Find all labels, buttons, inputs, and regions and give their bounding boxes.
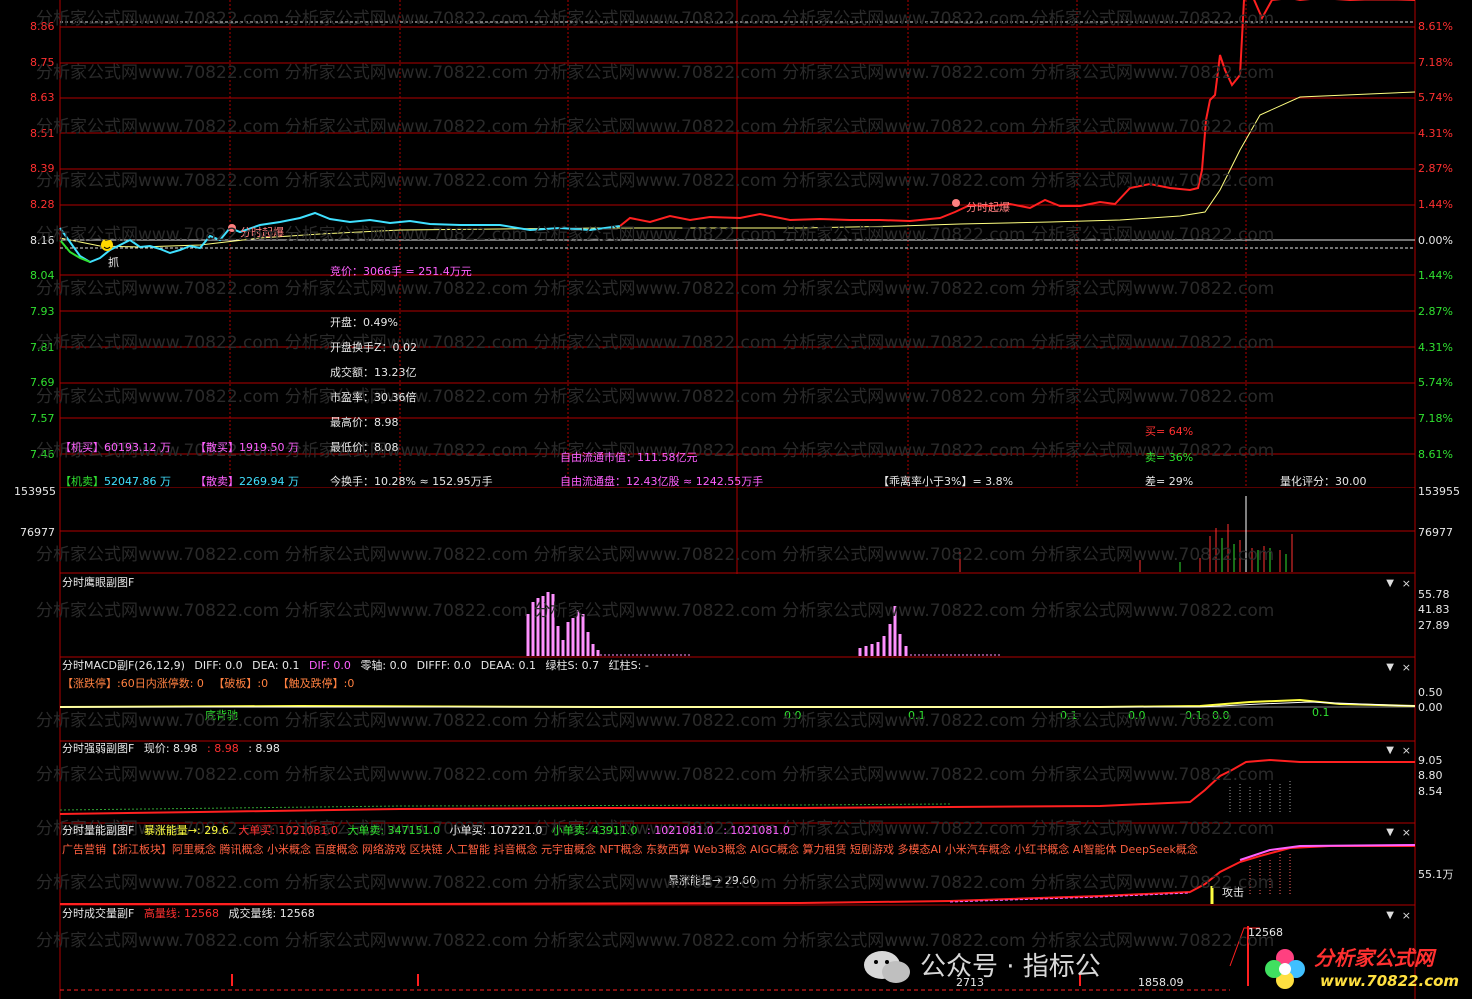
- float-shares-info: 自由流通盘：12.43亿股 ≈ 1242.55万手: [560, 475, 764, 488]
- wechat-icon: [862, 948, 912, 986]
- eagle-close-button[interactable]: ×: [1402, 577, 1411, 590]
- retail-buy: 【散买】1919.50 万: [195, 441, 299, 454]
- eagle-panel: 分时鹰眼副图F ▼ × 55.78 41.83 27.89 分析家公式网www.…: [0, 574, 1472, 658]
- volume-chart: 153955 76977 153955 76977 分析家公式网www.7082…: [0, 485, 1472, 574]
- wechat-icon-svg: [864, 951, 910, 983]
- macd-close-button[interactable]: ×: [1402, 661, 1411, 674]
- deviation-info: 【乖离率小于3%】= 3.8%: [878, 475, 1014, 488]
- float-value-info: 自由流通市值：111.58亿元: [560, 451, 698, 464]
- macd-menu-button[interactable]: ▼: [1386, 662, 1394, 673]
- flower-logo-icon: [1265, 949, 1305, 989]
- volume-menu-button[interactable]: ▼: [1386, 910, 1394, 921]
- logo-url: www.70822.com: [1320, 972, 1460, 990]
- inst-buy: 【机买】60193.12 万: [60, 441, 171, 454]
- eagle-title: 分时鹰眼副图F: [62, 576, 135, 589]
- strength-panel: 分时强弱副图F 现价: 8.98 : 8.98 : 8.98 ▼ × 9.05 …: [0, 742, 1472, 839]
- energy-panel: 分时量能副图F 暴涨能量→: 29.6 大单买: 1021081.0 大单卖: …: [0, 824, 1472, 906]
- energy-menu-button[interactable]: ▼: [1386, 827, 1394, 838]
- volume-panel-title-line: 分时成交量副F 高量线: 12568 成交量线: 12568: [62, 907, 315, 920]
- diff-percent: 差= 29%: [1145, 475, 1194, 488]
- open-info: 开盘：0.49%: [330, 316, 398, 329]
- buy-percent: 买= 64%: [1145, 425, 1194, 438]
- strength-menu-button[interactable]: ▼: [1386, 745, 1394, 756]
- energy-close-button[interactable]: ×: [1402, 826, 1411, 839]
- surge-marker-2: 分时起爆: [966, 201, 1010, 214]
- volume-close-button[interactable]: ×: [1402, 909, 1411, 922]
- macd-title-line: 分时MACD副F(26,12,9) DIFF: 0.0 DEA: 0.1 DIF…: [62, 659, 649, 672]
- quant-score: 量化评分：30.00: [1280, 475, 1367, 488]
- retail-sell: 【散卖】2269.94 万: [195, 475, 299, 488]
- open-turnover-info: 开盘换手Z：0.02: [330, 341, 418, 354]
- price-chart: 抓 分时起爆 分时起爆 8.86 8.75 8.63 8.51 8.39 8.2…: [0, 0, 1472, 488]
- site-logo: 分析家公式网 www.70822.com: [1262, 944, 1462, 994]
- volume-panel: 分时成交量副F 高量线: 12568 成交量线: 12568 ▼ × 12568…: [0, 906, 1472, 999]
- wechat-text: 公众号 · 指标公: [920, 952, 1101, 982]
- macd-limit-line: 【涨跌停】:60日内涨停数: 0 【破板】:0 【触及跌停】:0: [62, 677, 355, 690]
- bid-info: 竞价：3066手 = 251.4万元: [330, 265, 472, 278]
- energy-title-line: 分时量能副图F 暴涨能量→: 29.6 大单买: 1021081.0 大单卖: …: [62, 824, 790, 837]
- eagle-menu-button[interactable]: ▼: [1386, 578, 1394, 589]
- pe-info: 市盈率：30.36倍: [330, 391, 417, 404]
- logo-title: 分析家公式网: [1314, 946, 1434, 970]
- strength-title-line: 分时强弱副图F 现价: 8.98 : 8.98 : 8.98: [62, 742, 280, 755]
- sell-percent: 卖= 36%: [1145, 451, 1194, 464]
- amount-info: 成交额：13.23亿: [330, 366, 417, 379]
- low-info: 最低价：8.08: [330, 441, 399, 454]
- strength-close-button[interactable]: ×: [1402, 744, 1411, 757]
- turnover-info: 今换手：10.28% ≈ 152.95万手: [330, 475, 493, 488]
- grab-marker-label: 抓: [108, 256, 119, 269]
- macd-panel: 分时MACD副F(26,12,9) DIFF: 0.0 DEA: 0.1 DIF…: [0, 658, 1472, 742]
- high-info: 最高价：8.98: [330, 416, 399, 429]
- inst-sell: 【机卖】52047.86 万: [60, 475, 171, 488]
- concept-tags: 广告营销【浙江板块】阿里概念 腾讯概念 小米概念 百度概念 网络游戏 区块链 人…: [62, 843, 1198, 856]
